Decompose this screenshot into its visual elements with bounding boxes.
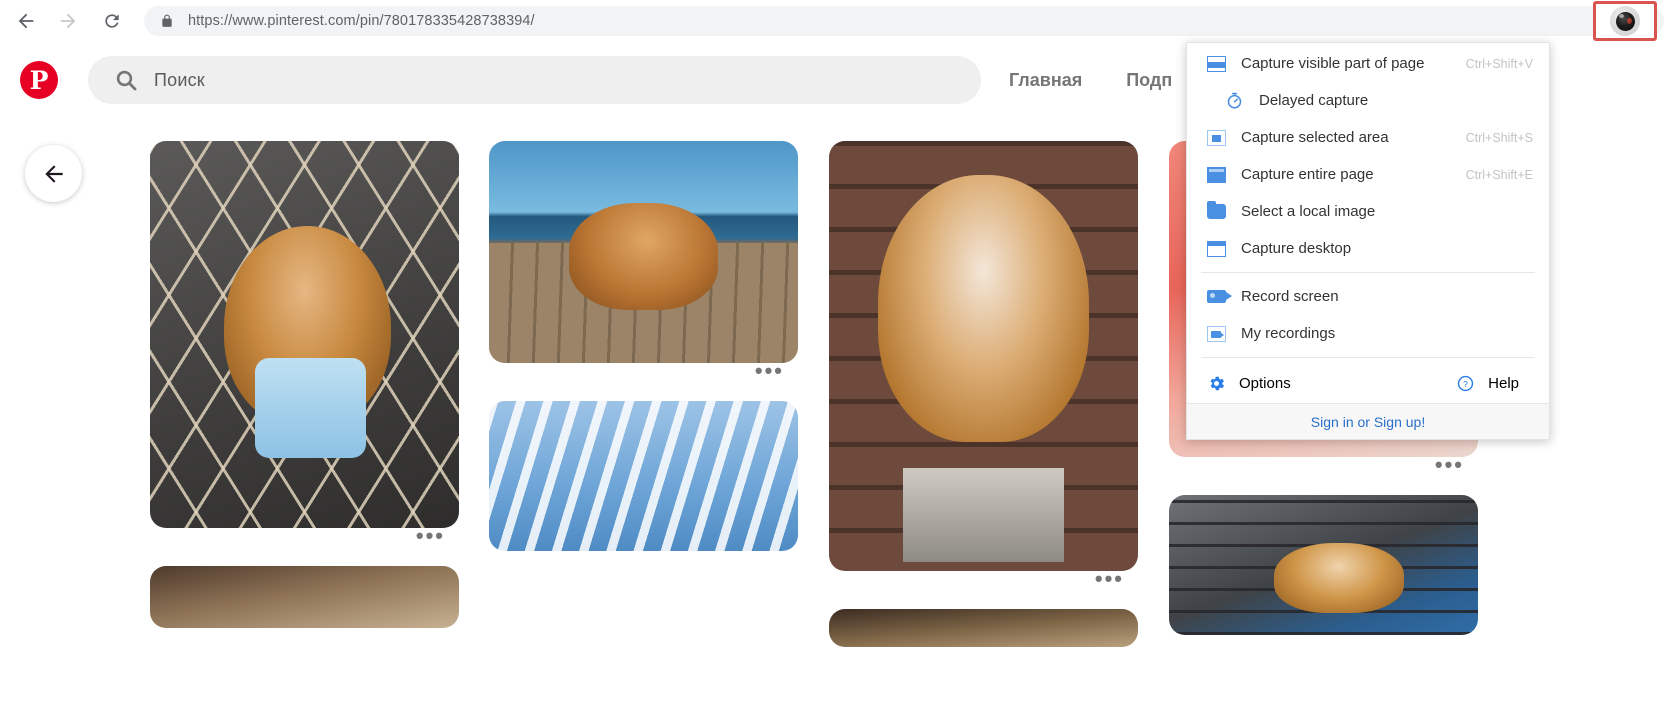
menu-item-label: Delayed capture <box>1259 92 1369 109</box>
camera-lens-icon <box>1610 6 1640 36</box>
grid-column: ••• <box>829 141 1138 655</box>
browser-back-button[interactable] <box>8 3 44 39</box>
stopwatch-icon <box>1223 91 1245 111</box>
menu-item-shortcut: Ctrl+Shift+S <box>1465 130 1533 145</box>
pin-overflow-menu[interactable]: ••• <box>150 523 459 558</box>
menu-divider <box>1201 272 1535 273</box>
sky-clouds-image[interactable] <box>489 401 798 551</box>
corgi-puppy-on-blanket-image[interactable] <box>150 141 459 528</box>
pin-card[interactable] <box>1169 495 1478 635</box>
screenshot-extension-button[interactable] <box>1593 1 1657 41</box>
menu-item-label: Capture selected area <box>1241 129 1389 146</box>
video-camera-icon <box>1205 287 1232 307</box>
menu-item-capture-desktop[interactable]: Capture desktop <box>1187 230 1549 267</box>
search-input[interactable]: Поиск <box>88 56 981 104</box>
corgi-on-pier-image[interactable] <box>489 141 798 363</box>
pin-overflow-menu[interactable]: ••• <box>829 566 1138 601</box>
folder-icon <box>1205 201 1227 222</box>
question-circle-icon: ? <box>1454 373 1476 393</box>
corgi-in-crate-image[interactable] <box>1169 495 1478 635</box>
wooden-floor-image[interactable] <box>829 609 1138 647</box>
menu-item-capture-visible[interactable]: Capture visible part of page Ctrl+Shift+… <box>1187 45 1549 82</box>
pin-card[interactable] <box>829 609 1138 647</box>
menu-item-label: Capture visible part of page <box>1241 55 1425 72</box>
menu-item-shortcut: Ctrl+Shift+V <box>1465 56 1533 71</box>
menu-item-label: Select a local image <box>1241 203 1376 220</box>
search-icon <box>116 70 137 91</box>
grid-column: ••• <box>150 141 459 636</box>
capture-visible-icon <box>1205 54 1227 74</box>
pin-card[interactable]: ••• <box>829 141 1138 601</box>
desktop-icon <box>1205 239 1227 259</box>
menu-item-label: Help <box>1488 374 1519 392</box>
pin-card[interactable] <box>150 566 459 628</box>
menu-item-capture-selected-area[interactable]: Capture selected area Ctrl+Shift+S <box>1187 119 1549 156</box>
menu-item-label: Capture desktop <box>1241 240 1352 257</box>
url-full: https://www.pinterest.com/pin/7801783354… <box>188 13 535 29</box>
gear-icon <box>1205 373 1227 393</box>
search-placeholder: Поиск <box>154 69 205 90</box>
capture-selection-icon <box>1205 128 1227 148</box>
menu-divider <box>1201 357 1535 358</box>
reload-icon <box>105 14 119 28</box>
capture-page-icon <box>1205 165 1227 185</box>
menu-item-label: Record screen <box>1241 288 1339 305</box>
arrow-left-icon <box>18 13 34 29</box>
nav-link-home[interactable]: Главная <box>1009 70 1082 91</box>
browser-reload-button[interactable] <box>94 3 130 39</box>
menu-item-help[interactable]: ? Help <box>1454 373 1519 393</box>
overflow-dots-icon: ••• <box>1094 566 1124 591</box>
pin-card[interactable] <box>489 401 798 551</box>
pin-overflow-menu[interactable]: ••• <box>489 358 798 393</box>
signin-link[interactable]: Sign in or Sign up! <box>1311 414 1425 430</box>
page-back-button[interactable] <box>25 145 82 202</box>
menu-item-capture-entire-page[interactable]: Capture entire page Ctrl+Shift+E <box>1187 156 1549 193</box>
signin-row[interactable]: Sign in or Sign up! <box>1187 403 1549 439</box>
menu-item-select-local-image[interactable]: Select a local image <box>1187 193 1549 230</box>
pin-overflow-menu[interactable]: ••• <box>1169 452 1478 487</box>
pinterest-logo[interactable]: P <box>20 61 58 99</box>
nav-link-following[interactable]: Подп <box>1126 70 1172 91</box>
menu-item-label: Options <box>1239 374 1291 392</box>
lock-icon <box>162 14 172 27</box>
overflow-dots-icon: ••• <box>415 523 445 548</box>
menu-item-record-screen[interactable]: Record screen <box>1187 278 1549 315</box>
menu-item-shortcut: Ctrl+Shift+E <box>1465 167 1533 182</box>
pinterest-nav: Главная Подп <box>1009 70 1172 91</box>
url-text: https://www.pinterest.com/pin/7801783354… <box>188 13 1622 29</box>
corgi-winking-in-doorway-image[interactable] <box>829 141 1138 571</box>
menu-item-label: My recordings <box>1241 325 1336 342</box>
menu-item-label: Capture entire page <box>1241 166 1374 183</box>
browser-forward-button[interactable] <box>50 3 86 39</box>
overflow-dots-icon: ••• <box>1434 452 1464 477</box>
grid-column: ••• <box>489 141 798 559</box>
wooden-shelf-image[interactable] <box>150 566 459 628</box>
browser-toolbar: https://www.pinterest.com/pin/7801783354… <box>0 0 1680 42</box>
menu-item-delayed-capture[interactable]: Delayed capture <box>1187 82 1549 119</box>
pin-card[interactable]: ••• <box>150 141 459 558</box>
arrow-right-icon <box>60 13 76 29</box>
arrow-left-icon <box>44 164 63 183</box>
menu-item-my-recordings[interactable]: My recordings <box>1187 315 1549 352</box>
recordings-icon <box>1205 324 1227 344</box>
menu-item-options[interactable]: Options <box>1205 373 1454 393</box>
address-bar[interactable]: https://www.pinterest.com/pin/7801783354… <box>144 6 1664 36</box>
menu-footer-row: Options ? Help <box>1187 363 1549 403</box>
overflow-dots-icon: ••• <box>754 358 784 383</box>
screenshot-extension-menu: Capture visible part of page Ctrl+Shift+… <box>1186 42 1550 440</box>
pin-card[interactable]: ••• <box>489 141 798 393</box>
svg-text:?: ? <box>1463 378 1468 388</box>
